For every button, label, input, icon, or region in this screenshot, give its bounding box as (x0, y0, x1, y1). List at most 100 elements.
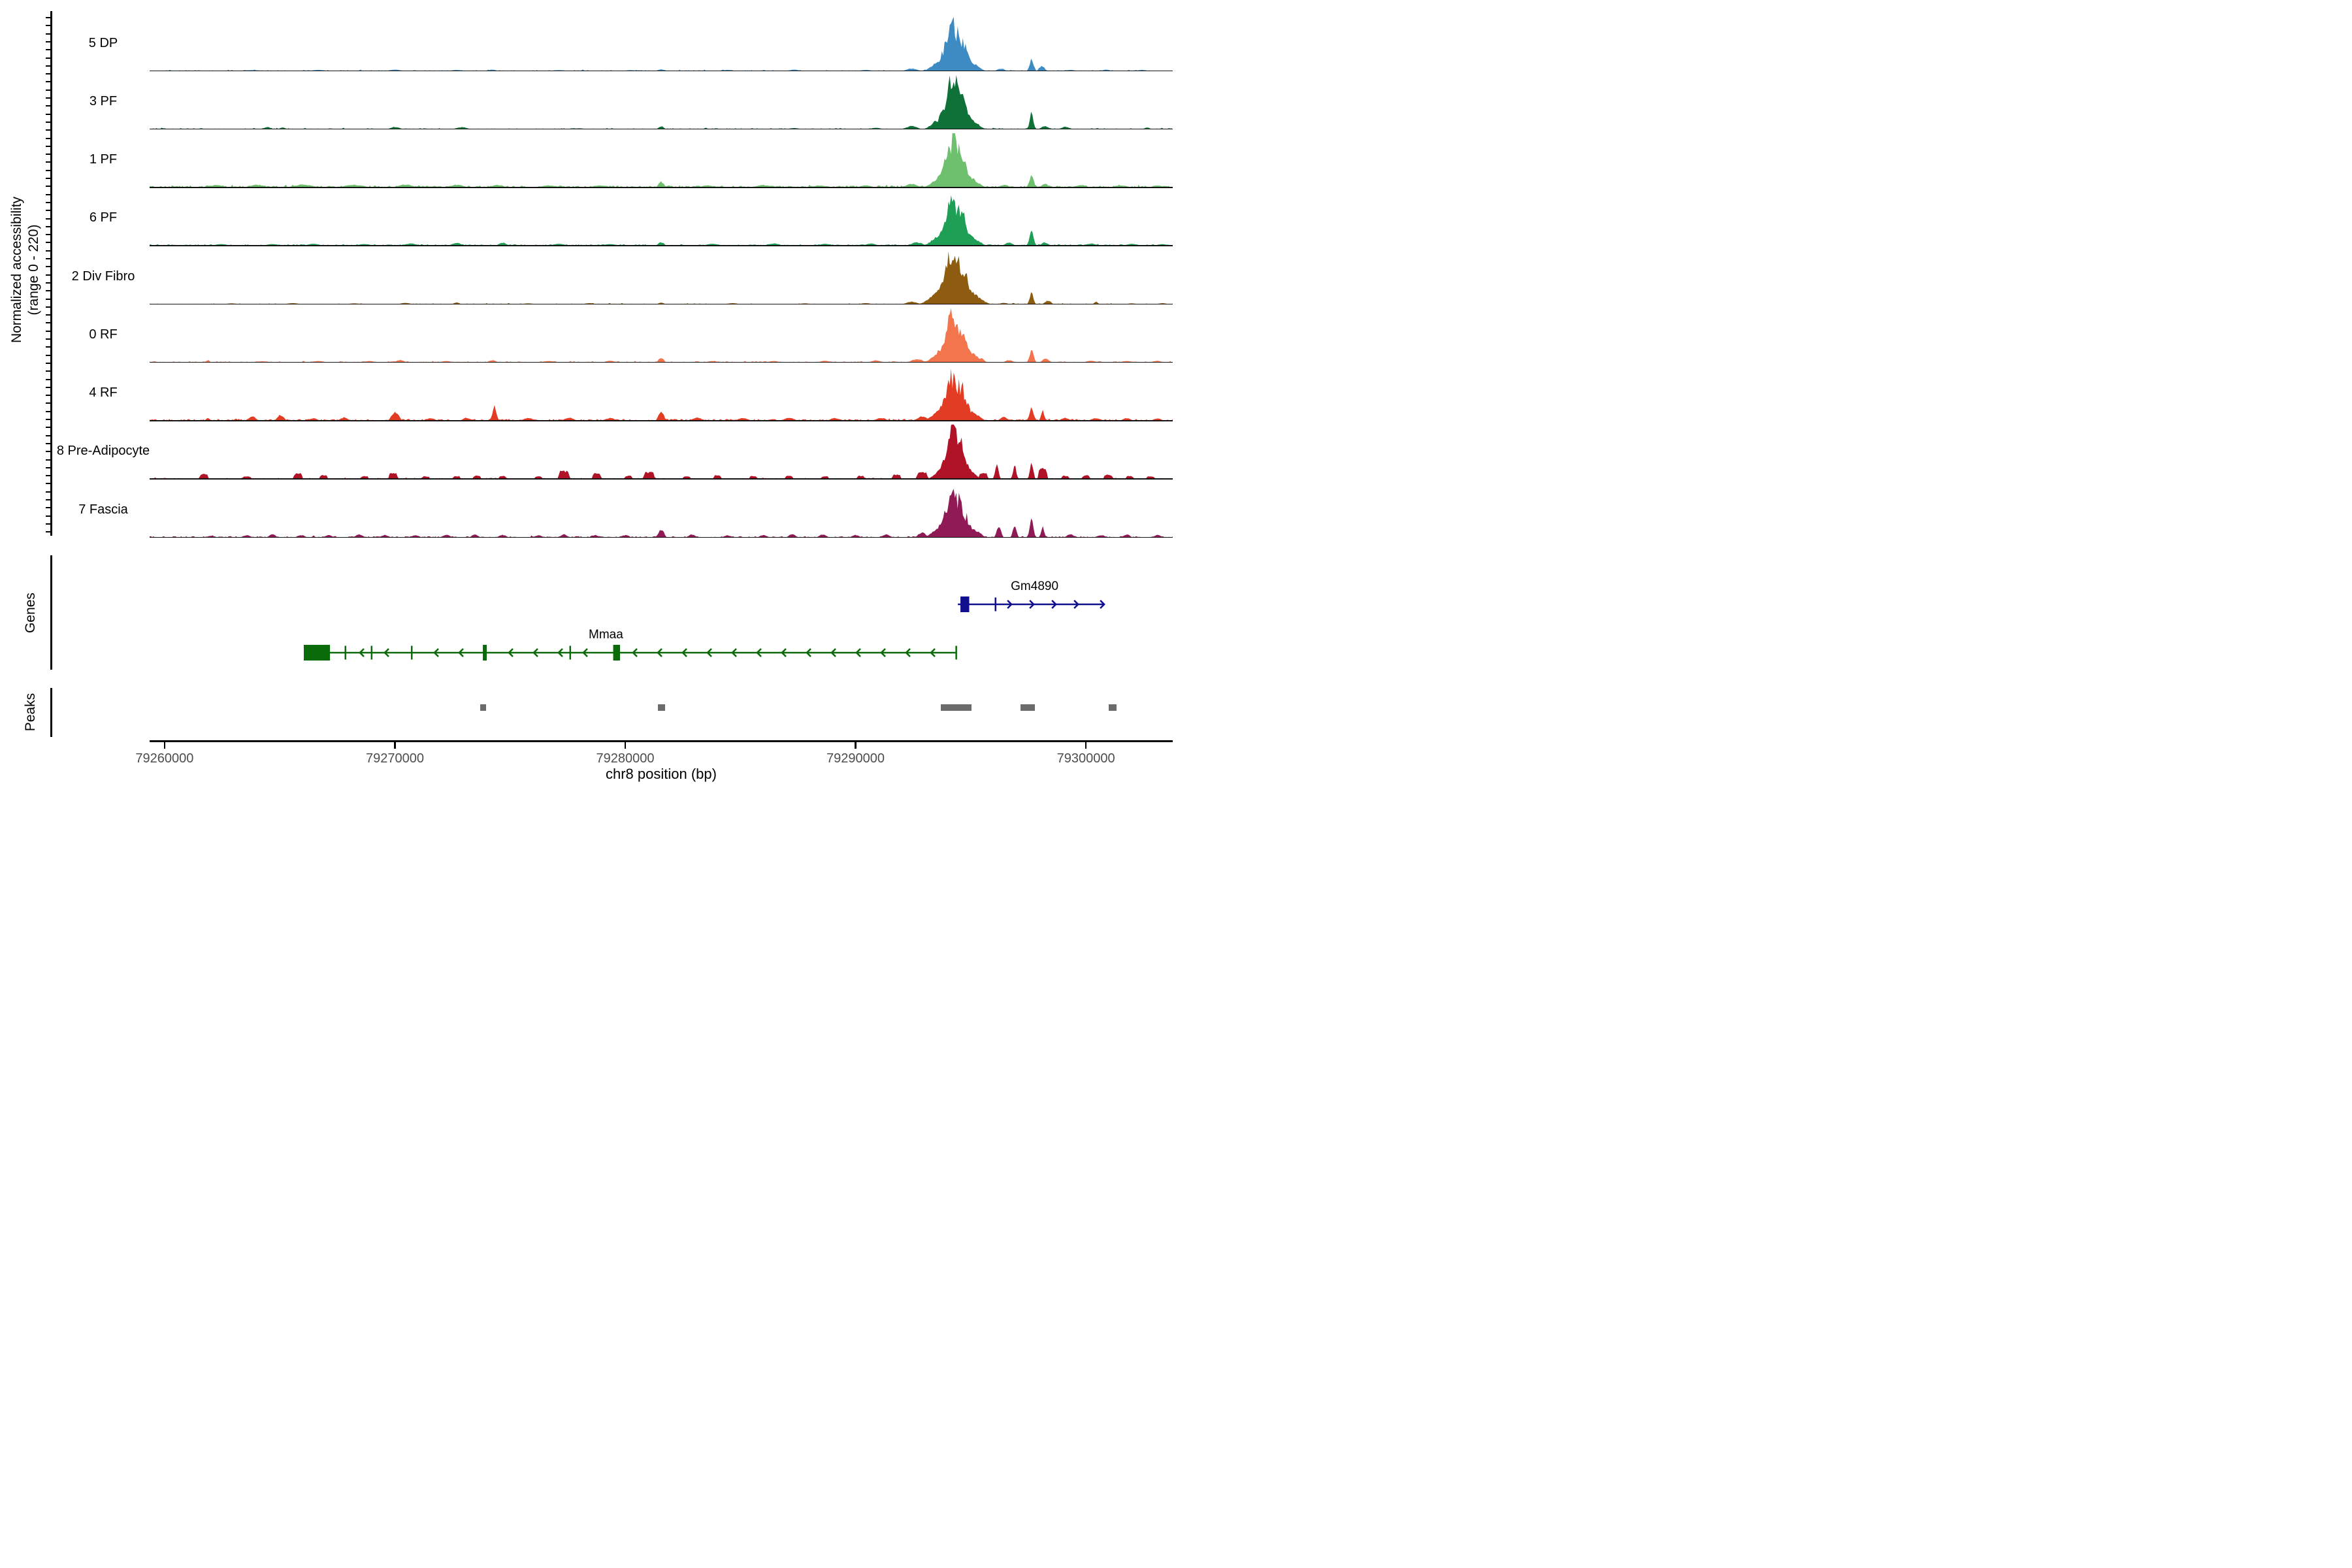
track-label: 8 Pre-Adipocyte (38, 444, 169, 459)
y-axis-tick (46, 73, 50, 74)
y-axis-tick (46, 57, 50, 59)
coverage-signal-area (150, 308, 1173, 363)
genes-axis-line (50, 555, 52, 670)
peak-interval-box (941, 704, 972, 711)
x-axis-tick (1085, 742, 1087, 749)
y-axis-tick (46, 346, 50, 348)
coverage-track-2-div-fibro (150, 250, 1173, 304)
y-axis-tick (46, 242, 50, 243)
y-axis-tick (46, 33, 50, 35)
x-axis-tick (164, 742, 166, 749)
y-axis-tick (46, 138, 50, 139)
gene-exon (371, 646, 373, 660)
gene-exon (483, 645, 487, 661)
y-axis-tick (46, 314, 50, 316)
y-axis-tick (46, 411, 50, 412)
coverage-track-5-dp (150, 16, 1173, 71)
y-axis-tick (46, 234, 50, 235)
y-axis-tick (46, 290, 50, 291)
gene-exon (570, 646, 572, 660)
peak-interval-box (1021, 704, 1035, 711)
track-baseline (150, 245, 1173, 246)
gene-name-label: Gm4890 (1011, 580, 1058, 593)
y-axis-tick (46, 370, 50, 372)
x-axis-tick-label: 79290000 (804, 751, 908, 766)
track-label: 1 PF (38, 152, 169, 167)
y-axis-tick (46, 322, 50, 323)
track-baseline (150, 187, 1173, 188)
gene-exon (411, 646, 413, 660)
track-label: 2 Div Fibro (38, 269, 169, 284)
gene-model-mmaa: Mmaa (304, 628, 957, 661)
track-baseline (150, 129, 1173, 130)
genes-section-label: Genes (23, 593, 39, 633)
gene-exon (613, 645, 620, 661)
peaks-section-label: Peaks (23, 693, 39, 731)
peak-interval-box (658, 704, 665, 711)
y-axis-tick (46, 202, 50, 203)
y-axis-tick (46, 355, 50, 356)
y-axis-tick (46, 146, 50, 147)
coverage-track-3-pf (150, 74, 1173, 129)
y-axis-tick (46, 475, 50, 476)
x-axis-tick-label: 79280000 (573, 751, 678, 766)
y-axis-tick (46, 299, 50, 300)
y-axis-tick (46, 523, 50, 525)
track-label: 7 Fascia (38, 502, 169, 517)
x-axis-title: chr8 position (bp) (150, 766, 1173, 783)
coverage-track-1-pf (150, 133, 1173, 188)
coverage-signal-area (150, 133, 1173, 188)
y-axis-tick (46, 25, 50, 26)
coverage-track-7-fascia (150, 483, 1173, 538)
coverage-track-6-pf (150, 191, 1173, 246)
y-axis-tick (46, 435, 50, 436)
coverage-signal-area (150, 425, 1173, 479)
gene-exon (304, 645, 330, 661)
coverage-signal-area (150, 16, 1173, 71)
y-axis-tick (46, 170, 50, 171)
y-axis-tick (46, 250, 50, 252)
peak-interval-box (480, 704, 487, 711)
peaks-axis-line (50, 688, 52, 737)
y-axis-tick (46, 379, 50, 380)
y-axis-tick (46, 266, 50, 267)
coverage-plot-figure: Normalized accessibility (range 0 - 220)… (0, 0, 1176, 784)
y-axis-tick (46, 499, 50, 500)
peak-interval-box (1109, 704, 1117, 711)
y-axis-tick (46, 17, 50, 18)
x-axis-tick (855, 742, 857, 749)
track-baseline (150, 362, 1173, 363)
gene-name-label: Mmaa (589, 628, 623, 642)
track-label: 3 PF (38, 94, 169, 109)
coverage-signal-area (150, 489, 1173, 538)
coverage-signal-area (150, 368, 1173, 421)
coverage-signal-area (150, 75, 1173, 129)
y-axis-tick (46, 402, 50, 404)
y-axis-tick (46, 65, 50, 67)
y-axis-tick (46, 491, 50, 493)
track-label: 4 RF (38, 385, 169, 400)
track-baseline (150, 304, 1173, 305)
y-axis-tick (46, 467, 50, 468)
track-baseline (150, 71, 1173, 72)
y-axis-tick (46, 531, 50, 532)
y-axis-tick (46, 226, 50, 227)
x-axis-tick (625, 742, 627, 749)
track-baseline (150, 420, 1173, 421)
y-axis-tick (46, 419, 50, 420)
track-label: 5 DP (38, 36, 169, 51)
x-axis-tick-label: 79260000 (112, 751, 217, 766)
y-axis-tick (46, 194, 50, 195)
y-axis-label-line1: Normalized accessibility (9, 197, 25, 343)
track-label: 0 RF (38, 327, 169, 342)
x-axis-tick-label: 79270000 (343, 751, 448, 766)
y-axis-tick (46, 483, 50, 484)
coverage-track-8-pre-adipocyte (150, 424, 1173, 479)
coverage-signal-area (150, 195, 1173, 246)
coverage-track-4-rf (150, 366, 1173, 421)
y-axis-tick (46, 90, 50, 91)
y-axis-tick (46, 81, 50, 82)
track-baseline (150, 478, 1173, 480)
y-axis-tick (46, 122, 50, 123)
y-axis-tick (46, 306, 50, 308)
